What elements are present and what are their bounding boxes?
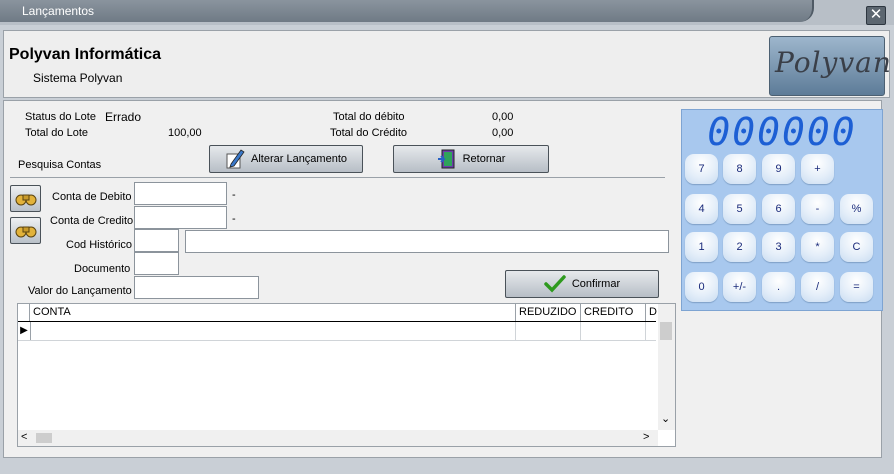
documento-label: Documento — [74, 263, 131, 275]
cell-divider — [515, 322, 516, 340]
valor-lancamento-field[interactable] — [134, 276, 259, 299]
calc-key-9[interactable]: 9 — [762, 154, 795, 184]
conta-credito-label: Conta de Credito — [50, 215, 134, 227]
calc-key-0[interactable]: 0 — [685, 272, 718, 302]
calculator-display: 000000 — [707, 110, 857, 154]
confirmar-button[interactable]: Confirmar — [505, 270, 659, 298]
valor-lancamento-label: Valor do Lançamento — [28, 285, 132, 297]
window-title: Lançamentos — [22, 4, 95, 18]
alterar-lancamento-button[interactable]: Alterar Lançamento — [209, 145, 363, 173]
total-lote-value: 100,00 — [168, 127, 202, 139]
calc-key-1[interactable]: 1 — [685, 232, 718, 262]
conta-credito-desc: - — [232, 213, 236, 225]
conta-debito-field[interactable] — [134, 182, 227, 205]
column-header-credito[interactable]: CREDITO — [580, 304, 642, 321]
calc-key-multiply[interactable]: * — [801, 232, 834, 262]
logo-text: Polyvan — [775, 46, 892, 79]
conta-debito-label: Conta de Debito — [52, 191, 132, 203]
total-credito-label: Total do Crédito — [330, 127, 408, 139]
cod-historico-field[interactable] — [134, 229, 179, 252]
scroll-thumb-horizontal[interactable] — [36, 433, 52, 443]
exit-door-icon — [437, 149, 455, 169]
row-indicator-icon: ▶ — [18, 322, 31, 340]
calc-key-4[interactable]: 4 — [685, 194, 718, 224]
calc-key-clear[interactable]: C — [840, 232, 873, 262]
header-panel — [3, 30, 890, 98]
alterar-label: Alterar Lançamento — [251, 153, 347, 165]
binoculars-icon — [15, 226, 36, 237]
search-conta-credito-button[interactable] — [10, 217, 41, 244]
horizontal-scrollbar[interactable]: < > — [18, 430, 658, 446]
conta-debito-desc: - — [232, 189, 236, 201]
close-button[interactable]: ✕ — [866, 6, 886, 25]
calc-key-6[interactable]: 6 — [762, 194, 795, 224]
total-lote-label: Total do Lote — [25, 127, 88, 139]
column-header-d[interactable]: D — [645, 304, 657, 321]
cod-historico-label: Cod Histórico — [66, 239, 133, 251]
total-debito-label: Total do débito — [333, 111, 405, 123]
vertical-scrollbar[interactable]: ⌄ — [658, 304, 675, 430]
calc-key-5[interactable]: 5 — [723, 194, 756, 224]
search-conta-debito-button[interactable] — [10, 185, 41, 212]
cell-divider — [580, 322, 581, 340]
column-header-reduzido[interactable]: REDUZIDO — [515, 304, 577, 321]
binoculars-icon — [15, 194, 36, 205]
calc-key-7[interactable]: 7 — [685, 154, 718, 184]
scroll-left-icon[interactable]: < — [21, 431, 27, 443]
column-header-conta[interactable]: CONTA — [29, 304, 513, 321]
checkmark-icon — [544, 275, 566, 293]
divider — [10, 177, 665, 178]
company-name: Polyvan Informática — [9, 46, 162, 63]
status-value: Errado — [105, 110, 142, 124]
scroll-thumb[interactable] — [660, 322, 672, 340]
system-name: Sistema Polyvan — [33, 71, 123, 85]
calculator: 000000 7 8 9 + 4 5 6 - % 1 2 3 * C 0 +/-… — [681, 109, 883, 311]
calc-key-percent[interactable]: % — [840, 194, 873, 224]
lancamentos-grid[interactable]: CONTA REDUZIDO CREDITO D ▶ ⌄ < > — [17, 303, 676, 447]
scroll-right-icon[interactable]: > — [643, 431, 649, 443]
grid-header: CONTA REDUZIDO CREDITO D — [18, 304, 657, 322]
historico-description-field[interactable] — [185, 230, 669, 253]
confirmar-label: Confirmar — [571, 278, 621, 290]
calc-key-equals[interactable]: = — [840, 272, 873, 302]
documento-field[interactable] — [134, 252, 179, 275]
calc-key-minus[interactable]: - — [801, 194, 834, 224]
total-credito-value: 0,00 — [492, 127, 514, 139]
status-label: Status do Lote — [25, 111, 96, 123]
title-tab — [0, 0, 814, 22]
retornar-label: Retornar — [462, 153, 506, 165]
total-debito-value: 0,00 — [492, 111, 514, 123]
scroll-down-icon[interactable]: ⌄ — [661, 412, 670, 425]
retornar-button[interactable]: Retornar — [393, 145, 549, 173]
calc-key-2[interactable]: 2 — [723, 232, 756, 262]
calc-key-plus[interactable]: + — [801, 154, 834, 184]
pesquisa-contas-label: Pesquisa Contas — [18, 159, 102, 171]
pencil-icon — [226, 149, 245, 169]
calc-key-plus-minus[interactable]: +/- — [723, 272, 756, 302]
calc-key-3[interactable]: 3 — [762, 232, 795, 262]
cell-divider — [645, 322, 646, 340]
calc-key-divide[interactable]: / — [801, 272, 834, 302]
calc-key-8[interactable]: 8 — [723, 154, 756, 184]
calc-key-decimal[interactable]: . — [762, 272, 795, 302]
table-row[interactable]: ▶ — [18, 322, 656, 341]
conta-credito-field[interactable] — [134, 206, 227, 229]
